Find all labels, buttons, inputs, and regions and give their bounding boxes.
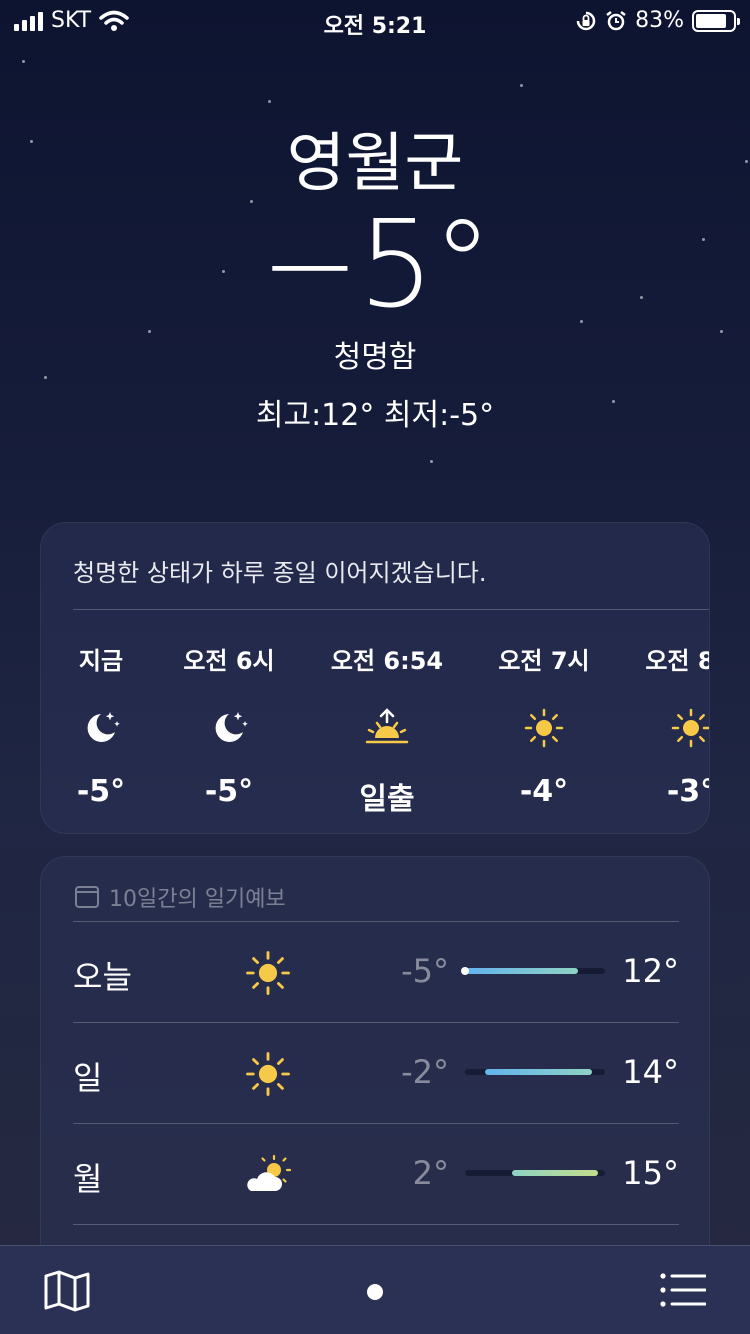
hourly-summary: 청명한 상태가 하루 종일 이어지겠습니다. [73, 559, 487, 587]
daily-header-label: 10일간의 일기예보 [109, 887, 286, 912]
calendar-icon [75, 886, 99, 908]
sun-icon [246, 1052, 290, 1096]
hour-temp: -3° [666, 774, 709, 809]
hour-item: 오전 8시 -3° [616, 641, 709, 809]
hour-label: 오전 8시 [645, 647, 709, 675]
current-condition: 청명함 [333, 340, 417, 375]
temperature-range-bar [465, 1170, 605, 1176]
day-row[interactable]: 오늘 -5° 12° [73, 921, 679, 1021]
hour-item: 오전 7시 -4° [469, 641, 619, 809]
hour-label: 오전 6:54 [330, 647, 444, 675]
status-right: 83% [575, 8, 740, 33]
sun-icon [616, 698, 709, 758]
hour-temp: -5° [204, 774, 254, 809]
battery-percent: 83% [635, 8, 684, 33]
day-high-temp: 12° [622, 952, 679, 990]
moon-stars-icon [154, 698, 304, 758]
current-temp-dot [461, 967, 469, 975]
daily-header: 10일간의 일기예보 [75, 881, 286, 913]
map-icon[interactable] [44, 1270, 90, 1312]
weather-header: 영월군 −5° 청명함 최고:12° 최저:-5° [0, 120, 750, 434]
temperature-range-bar [465, 1069, 605, 1075]
day-name: 일 [73, 1059, 103, 1097]
day-name: 월 [73, 1160, 103, 1198]
divider [73, 609, 709, 610]
sun-icon [469, 698, 619, 758]
bottom-toolbar [0, 1245, 750, 1334]
partly-cloudy-icon [247, 1154, 292, 1191]
day-row[interactable]: 일 -2° 14° [73, 1022, 679, 1122]
temperature-range-fill [485, 1069, 592, 1075]
hour-item: 오전 6시 -5° [154, 641, 304, 809]
list-icon[interactable] [660, 1272, 706, 1308]
high-low-temperature: 최고:12° 최저:-5° [255, 398, 495, 433]
temperature-range-fill [465, 968, 579, 974]
orientation-lock-icon [576, 11, 596, 30]
hour-temp: -4° [519, 774, 569, 809]
day-low-temp: 2° [412, 1154, 449, 1192]
city-name: 영월군 [286, 127, 464, 201]
sunrise-icon [312, 698, 462, 758]
day-name: 오늘 [73, 958, 132, 996]
day-low-temp: -2° [401, 1053, 449, 1091]
day-high-temp: 14° [622, 1053, 679, 1091]
temperature-range-fill [511, 1170, 599, 1176]
temperature-range-bar [461, 967, 605, 975]
hour-label: 오전 6시 [183, 647, 275, 675]
day-high-temp: 15° [622, 1154, 679, 1192]
hourly-forecast-card[interactable]: 청명한 상태가 하루 종일 이어지겠습니다. 지금 -5° 오전 6시 -5° … [40, 522, 710, 834]
day-row[interactable]: 월 2° 15° [73, 1123, 679, 1223]
alarm-icon [606, 10, 626, 30]
battery-icon [692, 9, 740, 32]
status-bar: SKT 오전 5:21 83% [0, 0, 750, 44]
hour-label: 오전 7시 [498, 647, 590, 675]
hour-item: 오전 6:54 일출 [312, 641, 462, 818]
page-indicator[interactable] [367, 1284, 383, 1300]
sun-icon [246, 951, 290, 995]
current-temperature: −5° [259, 196, 493, 335]
day-low-temp: -5° [401, 952, 449, 990]
hour-temp: 일출 [359, 782, 415, 817]
